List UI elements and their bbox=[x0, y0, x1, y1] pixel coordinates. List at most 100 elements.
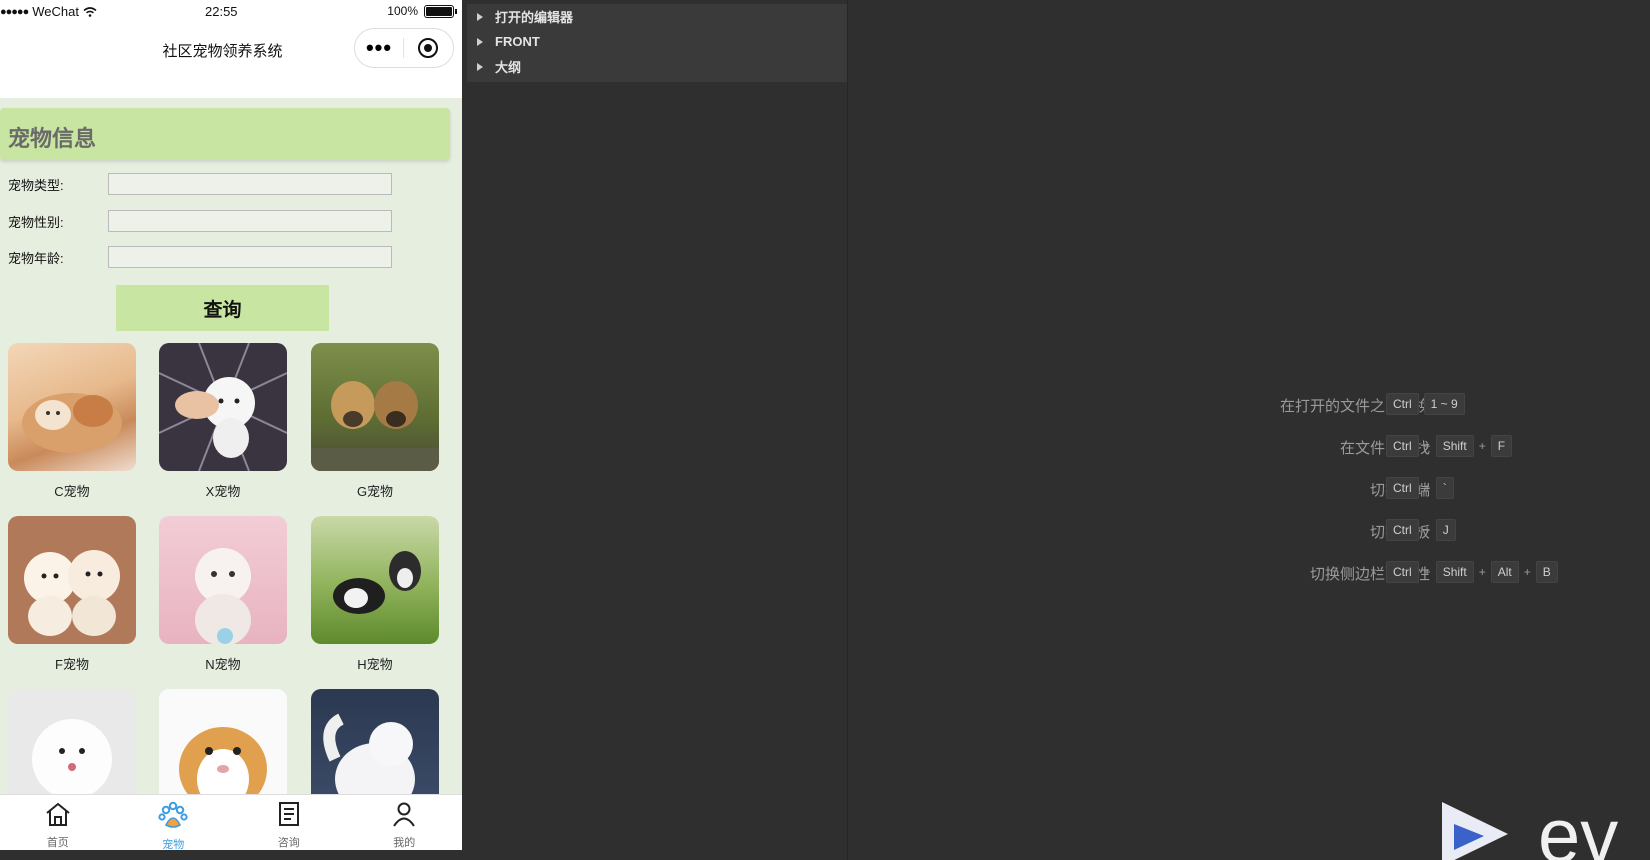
pet-photo bbox=[311, 516, 439, 644]
pet-card[interactable]: G宠物 bbox=[311, 343, 439, 500]
pet-photo bbox=[159, 343, 287, 471]
shortcut-row: 切换侧边栏可见性 Ctrl + Shift + Alt + B bbox=[1100, 561, 1650, 583]
pet-name: F宠物 bbox=[55, 657, 89, 672]
status-time: 22:55 bbox=[205, 4, 238, 19]
key-plus: + bbox=[1523, 565, 1531, 579]
key-cap: Ctrl bbox=[1386, 435, 1419, 457]
pet-age-input[interactable] bbox=[108, 246, 392, 268]
key-cap: Ctrl bbox=[1386, 561, 1419, 583]
paw-icon bbox=[158, 801, 188, 834]
key-plus: + bbox=[1478, 565, 1486, 579]
explorer-project-front[interactable]: FRONT bbox=[467, 29, 847, 54]
pet-card[interactable]: C宠物 bbox=[8, 343, 136, 500]
explorer-item-label: 打开的编辑器 bbox=[495, 10, 574, 25]
document-icon bbox=[276, 801, 302, 832]
shortcut-row: 切换终端 Ctrl + ` bbox=[1100, 477, 1650, 499]
tab-mine[interactable]: 我的 bbox=[347, 795, 463, 850]
pet-card[interactable]: X宠物 bbox=[159, 343, 287, 500]
section-title: 宠物信息 bbox=[8, 126, 97, 151]
explorer-item-label: FRONT bbox=[495, 34, 540, 49]
shortcut-label: 切换面板 bbox=[1130, 521, 1430, 542]
pet-type-input[interactable] bbox=[108, 173, 392, 195]
tab-label: 首页 bbox=[46, 837, 69, 849]
menu-capsule: ••• bbox=[354, 28, 454, 68]
tab-label: 咨询 bbox=[277, 837, 300, 849]
pet-photo bbox=[311, 343, 439, 471]
battery-percent: 100% bbox=[387, 4, 418, 18]
key-cap: B bbox=[1535, 561, 1558, 583]
tab-label: 我的 bbox=[393, 837, 416, 849]
pet-name: N宠物 bbox=[205, 657, 241, 672]
pet-photo bbox=[159, 516, 287, 644]
chevron-right-icon bbox=[477, 37, 487, 46]
shortcut-row: 在文件中查找 Ctrl + Shift + F bbox=[1100, 435, 1650, 457]
signal-icon: ●●●●● bbox=[0, 5, 29, 18]
tab-bar: 首页 宠物 咨询 我的 bbox=[0, 794, 462, 850]
shortcut-label: 切换终端 bbox=[1130, 479, 1430, 500]
battery-icon bbox=[424, 4, 457, 18]
explorer-outline[interactable]: 大纲 bbox=[467, 54, 847, 79]
navigation-bar: 社区宠物领养系统 ••• bbox=[0, 24, 462, 98]
query-button[interactable]: 查询 bbox=[116, 285, 329, 331]
shortcut-row: 在打开的文件之间切换 Ctrl 1 ~ 9 bbox=[1100, 393, 1650, 415]
shortcut-keys: Ctrl + Shift + Alt + B bbox=[1386, 561, 1558, 583]
shortcut-keys: Ctrl + ` bbox=[1386, 477, 1454, 499]
close-miniprogram-icon[interactable] bbox=[404, 37, 452, 59]
pet-name: X宠物 bbox=[205, 484, 241, 499]
tab-consult[interactable]: 咨询 bbox=[231, 795, 347, 850]
pet-photo bbox=[8, 343, 136, 471]
shortcut-label: 在打开的文件之间切换 bbox=[1279, 398, 1430, 415]
chevron-right-icon bbox=[477, 62, 487, 71]
pet-photo bbox=[8, 516, 136, 644]
mini-program-simulator: ●●●●● WeChat 22:55 100% 社区宠物领养系统 ••• 宠物信… bbox=[0, 0, 462, 850]
home-icon bbox=[44, 801, 72, 832]
explorer-item-label: 大纲 bbox=[495, 60, 522, 75]
panel-divider[interactable] bbox=[847, 0, 848, 860]
pet-age-row: 宠物年龄: bbox=[8, 244, 408, 270]
key-cap: F bbox=[1490, 435, 1513, 457]
tab-home[interactable]: 首页 bbox=[0, 795, 116, 850]
pet-gender-label: 宠物性别: bbox=[8, 214, 64, 230]
key-cap: Shift bbox=[1435, 435, 1474, 457]
pet-age-label: 宠物年龄: bbox=[8, 250, 64, 266]
key-plus: + bbox=[1423, 439, 1431, 453]
tab-label: 宠物 bbox=[162, 839, 185, 850]
pet-type-label: 宠物类型: bbox=[8, 177, 64, 193]
tab-pets[interactable]: 宠物 bbox=[116, 795, 232, 850]
brand-text: ev bbox=[1538, 796, 1618, 860]
carrier-label: WeChat bbox=[32, 4, 79, 19]
key-cap: Shift bbox=[1435, 561, 1474, 583]
shortcut-keys: Ctrl 1 ~ 9 bbox=[1386, 393, 1465, 415]
pet-name: C宠物 bbox=[54, 484, 90, 499]
brand-watermark: ev bbox=[1438, 796, 1650, 860]
pet-name: G宠物 bbox=[356, 484, 394, 499]
pet-card[interactable]: N宠物 bbox=[159, 516, 287, 673]
key-cap: ` bbox=[1435, 477, 1454, 499]
shortcut-label: 在文件中查找 bbox=[1339, 440, 1430, 457]
explorer-open-editors[interactable]: 打开的编辑器 bbox=[467, 4, 847, 29]
shortcut-label: 切换侧边栏可见性 bbox=[1309, 566, 1430, 583]
pet-gender-input[interactable] bbox=[108, 210, 392, 232]
status-bar: ●●●●● WeChat 22:55 100% bbox=[0, 0, 462, 24]
key-cap: Ctrl bbox=[1386, 477, 1419, 499]
pet-card[interactable]: F宠物 bbox=[8, 516, 136, 673]
chevron-right-icon bbox=[477, 12, 487, 21]
pet-card[interactable]: H宠物 bbox=[311, 516, 439, 673]
wifi-icon bbox=[83, 6, 97, 17]
pet-name: H宠物 bbox=[357, 657, 393, 672]
key-cap: 1 ~ 9 bbox=[1423, 393, 1465, 415]
shortcut-row: 切换面板 Ctrl + J bbox=[1100, 519, 1650, 541]
explorer-panel: 打开的编辑器 FRONT 大纲 bbox=[467, 4, 847, 82]
key-cap: Ctrl bbox=[1386, 519, 1419, 541]
more-options-icon[interactable]: ••• bbox=[355, 29, 403, 67]
section-header: 宠物信息 bbox=[0, 108, 450, 160]
key-cap: Alt bbox=[1490, 561, 1519, 583]
key-plus: + bbox=[1423, 565, 1431, 579]
key-cap: J bbox=[1435, 519, 1456, 541]
shortcut-keys: Ctrl + Shift + F bbox=[1386, 435, 1513, 457]
shortcut-keys: Ctrl + J bbox=[1386, 519, 1456, 541]
key-plus: + bbox=[1423, 481, 1431, 495]
pet-gender-row: 宠物性别: bbox=[8, 208, 408, 234]
key-plus: + bbox=[1478, 439, 1486, 453]
key-cap: Ctrl bbox=[1386, 393, 1419, 415]
